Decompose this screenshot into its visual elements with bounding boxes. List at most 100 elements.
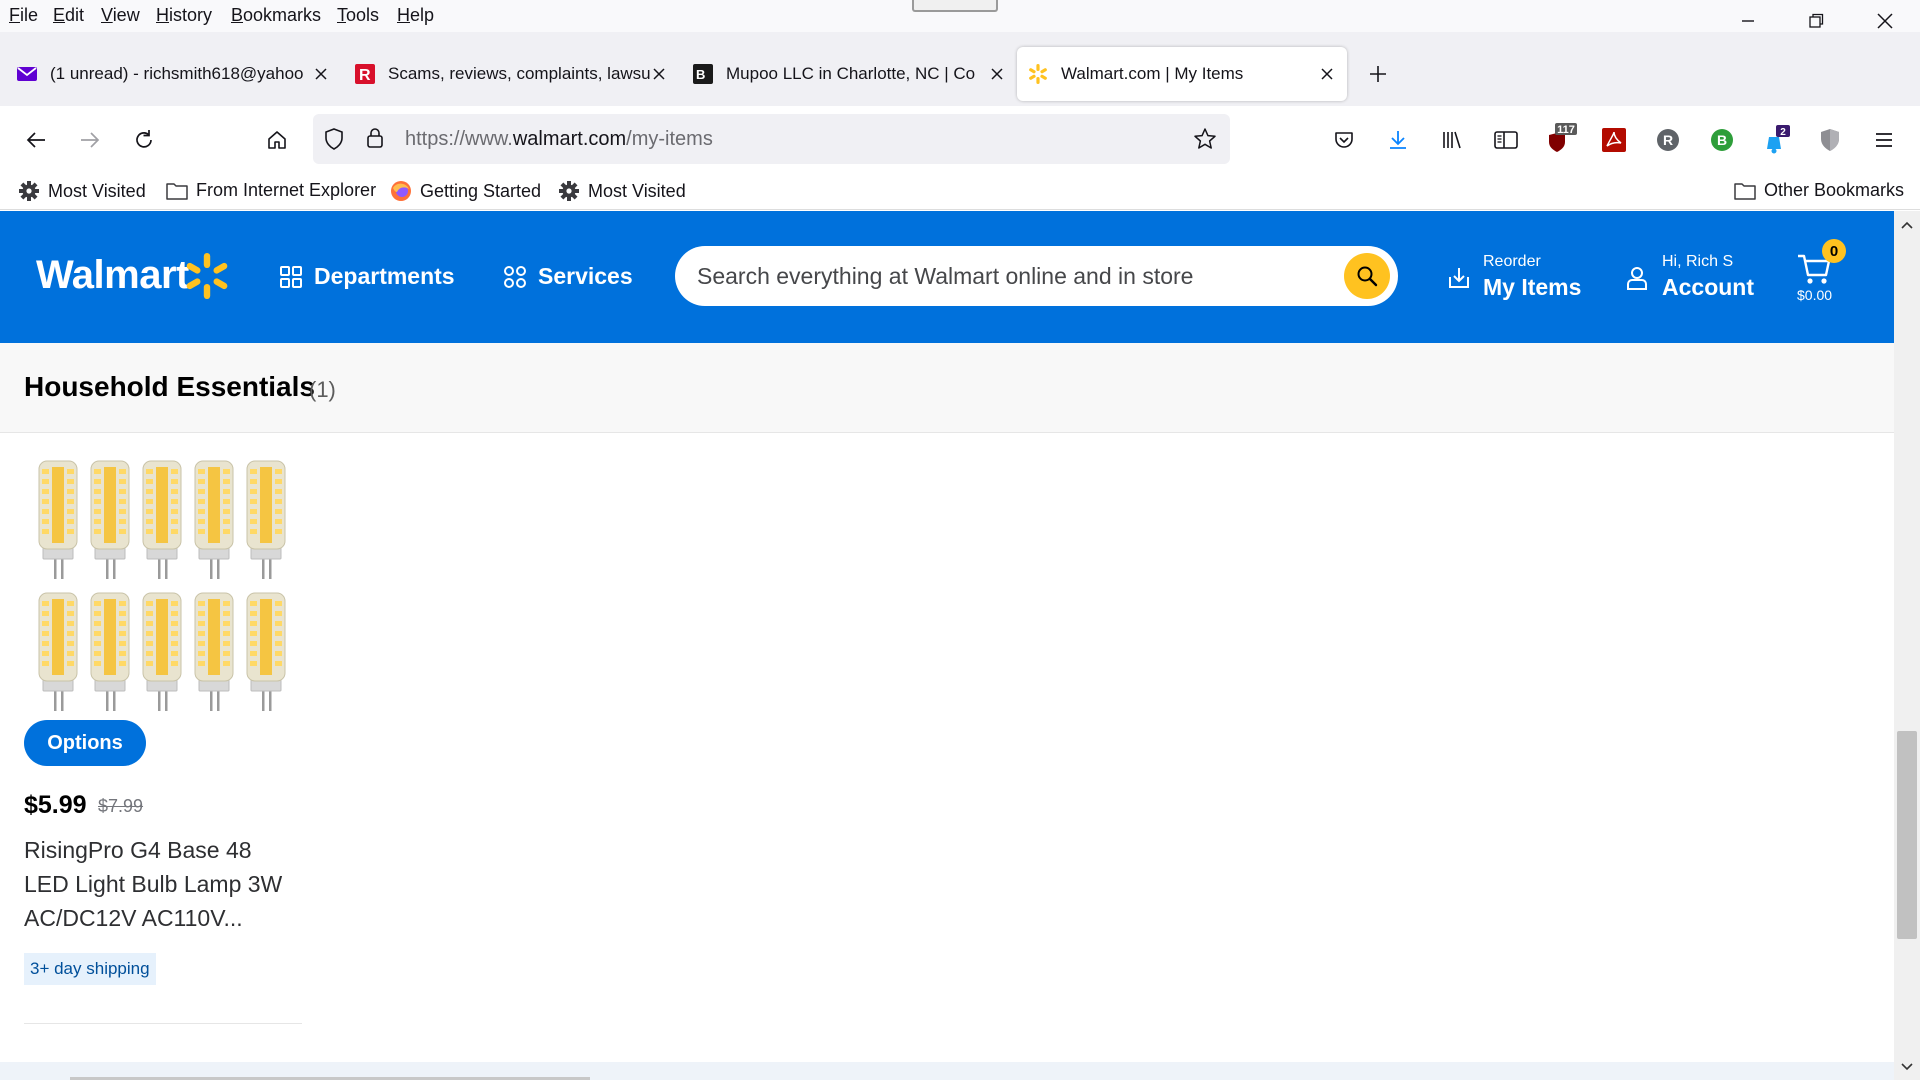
tab-walmart-my-items[interactable]: Walmart.com | My Items xyxy=(1017,47,1347,101)
menu-history[interactable]: History xyxy=(156,5,212,26)
library-button[interactable] xyxy=(1434,122,1470,158)
ublock-extension-button[interactable]: 117 xyxy=(1542,122,1578,158)
bookmark-star-icon[interactable] xyxy=(1193,127,1217,151)
vertical-scrollbar[interactable] xyxy=(1894,211,1920,1080)
download-icon xyxy=(1390,131,1406,149)
walmart-header: Walmart Departments Services Search ever… xyxy=(0,211,1894,343)
departments-grid-icon xyxy=(280,265,302,288)
ublock-shield-icon: 117 xyxy=(1549,123,1577,152)
plus-icon xyxy=(1370,66,1386,82)
tab-title: Scams, reviews, complaints, lawsuits xyxy=(388,64,651,83)
bookmark-from-internet-explorer[interactable]: From Internet Explorer xyxy=(166,180,376,201)
notification-extension-button[interactable]: 2 xyxy=(1758,122,1794,158)
downloads-button[interactable] xyxy=(1380,122,1416,158)
tab-title: Mupoo LLC in Charlotte, NC | Co xyxy=(726,64,976,83)
tab-ripoff-report[interactable]: R Scams, reviews, complaints, lawsuits xyxy=(344,47,679,101)
acrobat-extension-button[interactable] xyxy=(1596,122,1632,158)
sidebar-button[interactable] xyxy=(1488,122,1524,158)
bookmark-label: Getting Started xyxy=(420,180,542,201)
tab-bbb[interactable]: B Mupoo LLC in Charlotte, NC | Co xyxy=(682,47,1017,101)
avatar-r-icon: R xyxy=(1657,129,1679,151)
scroll-down-arrow-icon[interactable] xyxy=(1899,1059,1915,1075)
url-text[interactable]: https://www.walmart.com/my-items xyxy=(405,128,713,151)
lock-icon[interactable] xyxy=(365,126,385,150)
menu-bookmarks[interactable]: Bookmarks xyxy=(231,5,321,26)
forward-button[interactable] xyxy=(72,122,108,158)
reorder-icon[interactable] xyxy=(1446,265,1472,291)
product-title-link[interactable]: RisingPro G4 Base 48 LED Light Bulb Lamp… xyxy=(24,833,294,935)
url-path: /my-items xyxy=(626,128,713,150)
walmart-spark-icon xyxy=(1027,63,1049,85)
navigation-toolbar: https://www.walmart.com/my-items 117 R B… xyxy=(0,106,1920,174)
bookmark-other-bookmarks[interactable]: Other Bookmarks xyxy=(1734,180,1904,201)
search-icon xyxy=(1357,266,1378,287)
close-icon xyxy=(1321,68,1333,80)
services-button[interactable]: Services xyxy=(504,263,633,290)
search-input[interactable] xyxy=(697,258,1297,294)
product-image[interactable] xyxy=(24,459,296,725)
folder-icon xyxy=(166,182,188,200)
bookmark-most-visited[interactable]: Most Visited xyxy=(18,180,146,202)
bookmark-most-visited-2[interactable]: Most Visited xyxy=(558,180,686,202)
bell-extension-icon: 2 xyxy=(1767,125,1790,154)
close-tab-button[interactable] xyxy=(649,64,669,84)
my-items-label: My Items xyxy=(1483,274,1582,300)
avatar-r-letter: R xyxy=(1663,132,1673,148)
mail-icon xyxy=(16,63,38,85)
walmart-search-bar xyxy=(675,246,1398,306)
reload-button[interactable] xyxy=(126,122,162,158)
back-button[interactable] xyxy=(18,122,54,158)
current-price: $5.99 xyxy=(24,791,87,819)
account-link[interactable]: Hi, Rich S Account xyxy=(1662,253,1754,301)
reorder-my-items-link[interactable]: Reorder My Items xyxy=(1483,253,1581,301)
new-tab-button[interactable] xyxy=(1360,56,1396,92)
gear-icon xyxy=(559,181,579,201)
search-button[interactable] xyxy=(1344,253,1390,299)
restore-icon xyxy=(1809,13,1824,28)
grey-shield-icon xyxy=(1821,129,1839,151)
account-label: Account xyxy=(1662,274,1754,300)
app-menu-button[interactable] xyxy=(1866,122,1902,158)
menu-help[interactable]: Help xyxy=(397,5,434,26)
profile-b-button[interactable]: B xyxy=(1704,122,1740,158)
tab-yahoo-mail[interactable]: (1 unread) - richsmith618@yahoo xyxy=(6,47,341,101)
departments-button[interactable]: Departments xyxy=(280,263,455,290)
walmart-spark-icon[interactable] xyxy=(182,251,232,301)
bbb-icon: B xyxy=(692,63,714,85)
was-price: $7.99 xyxy=(98,796,144,816)
tab-bar: (1 unread) - richsmith618@yahoo R Scams,… xyxy=(0,32,1920,106)
tracking-protection-shield-icon[interactable] xyxy=(323,127,345,151)
bookmark-getting-started[interactable]: Getting Started xyxy=(390,180,541,202)
drag-handle[interactable] xyxy=(912,0,998,12)
url-bar[interactable]: https://www.walmart.com/my-items xyxy=(313,114,1230,164)
pocket-icon xyxy=(1335,132,1353,148)
walmart-logo[interactable]: Walmart xyxy=(36,253,189,298)
menu-view[interactable]: View xyxy=(101,5,140,26)
departments-label: Departments xyxy=(314,263,455,289)
folder-icon xyxy=(1734,182,1756,200)
url-prefix: https://www. xyxy=(405,128,513,150)
menu-file[interactable]: File xyxy=(9,5,38,26)
forward-arrow-icon xyxy=(81,132,100,148)
close-tab-button[interactable] xyxy=(1317,64,1337,84)
options-button[interactable]: Options xyxy=(24,720,146,766)
close-tab-button[interactable] xyxy=(311,64,331,84)
ublock-badge-count: 117 xyxy=(1557,124,1575,136)
cart-total: $0.00 xyxy=(1797,287,1833,303)
acrobat-pdf-icon xyxy=(1602,128,1626,152)
vertical-scrollbar-thumb[interactable] xyxy=(1897,731,1917,939)
privacy-extension-button[interactable] xyxy=(1812,122,1848,158)
menu-edit[interactable]: Edit xyxy=(53,5,84,26)
section-title: Household Essentials xyxy=(24,371,315,402)
account-person-icon[interactable] xyxy=(1626,265,1648,291)
scroll-up-arrow-icon[interactable] xyxy=(1899,217,1915,233)
profile-r-button[interactable]: R xyxy=(1650,122,1686,158)
avatar-b-letter: B xyxy=(1717,132,1727,148)
bookmark-label: From Internet Explorer xyxy=(196,180,377,200)
close-tab-button[interactable] xyxy=(987,64,1007,84)
firefox-icon xyxy=(391,181,411,201)
tab-title: (1 unread) - richsmith618@yahoo xyxy=(50,64,304,83)
pocket-button[interactable] xyxy=(1326,122,1362,158)
home-button[interactable] xyxy=(259,122,295,158)
menu-tools[interactable]: Tools xyxy=(337,5,379,26)
